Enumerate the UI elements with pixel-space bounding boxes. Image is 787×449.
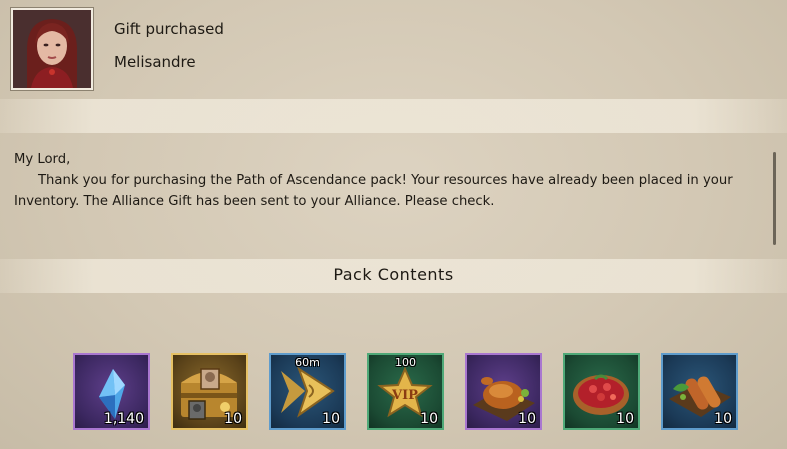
pack-item-chest[interactable]: 10 (171, 353, 248, 430)
item-quantity: 1,140 (103, 411, 144, 427)
message-body: Thank you for purchasing the Path of Asc… (14, 173, 733, 209)
sender-name: Melisandre (114, 53, 196, 71)
mail-title: Gift purchased (114, 20, 224, 38)
pack-item-vip[interactable]: VIP 100 10 (367, 353, 444, 430)
pack-item-speedup[interactable]: 60m 10 (269, 353, 346, 430)
message-greeting: My Lord, (14, 152, 71, 167)
item-quantity: 10 (420, 411, 438, 427)
item-quantity: 10 (224, 411, 242, 427)
header-divider-band (0, 99, 787, 133)
item-duration-label: 60m (295, 356, 320, 369)
pack-item-crystal[interactable]: 1,140 (73, 353, 150, 430)
mail-message: My Lord, Thank you for purchasing the Pa… (14, 149, 759, 212)
sender-portrait[interactable] (11, 8, 93, 90)
item-quantity: 10 (322, 411, 340, 427)
pack-contents-title: Pack Contents (333, 265, 454, 284)
message-scrollbar[interactable] (773, 152, 776, 245)
message-body-paragraph: Thank you for purchasing the Path of Asc… (14, 170, 759, 212)
pack-item-fruit-pie[interactable]: 10 (563, 353, 640, 430)
item-quantity: 10 (518, 411, 536, 427)
item-quantity: 10 (714, 411, 732, 427)
svg-text:VIP: VIP (391, 388, 418, 403)
pack-item-roast-chicken[interactable]: 10 (465, 353, 542, 430)
pack-item-sausage-platter[interactable]: 10 (661, 353, 738, 430)
item-points-label: 100 (395, 356, 416, 369)
item-quantity: 10 (616, 411, 634, 427)
melisandre-portrait-icon (13, 10, 91, 88)
